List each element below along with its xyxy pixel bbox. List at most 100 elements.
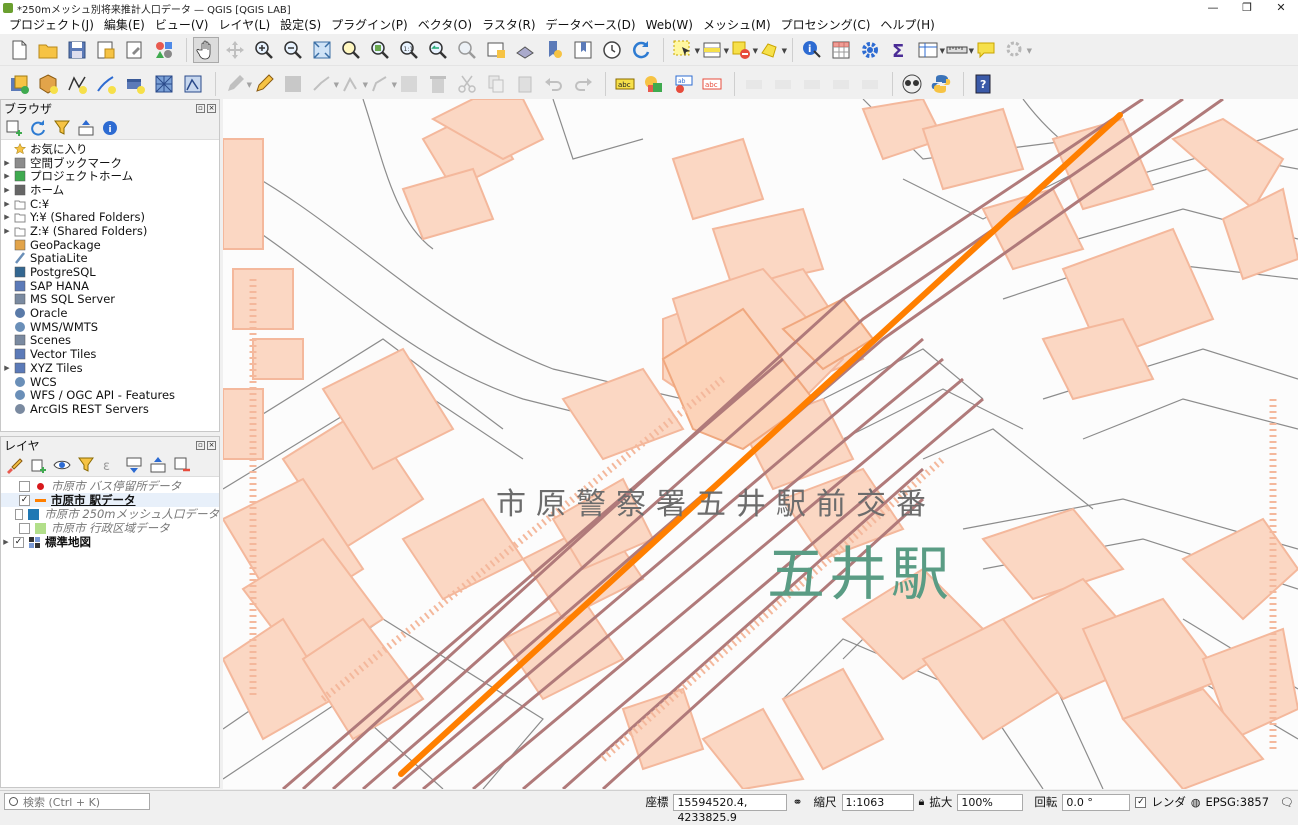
show-bookmarks-button[interactable]	[570, 37, 596, 63]
new-geopackage-layer-button[interactable]	[35, 71, 61, 97]
maximize-button[interactable]: ❐	[1230, 0, 1264, 16]
new-mesh-layer-button[interactable]	[151, 71, 177, 97]
new-3d-view-button[interactable]	[512, 37, 538, 63]
current-edits-button[interactable]: ▼	[222, 71, 252, 97]
new-bookmark-button[interactable]	[541, 37, 567, 63]
float-panel-button[interactable]: ▫	[196, 103, 205, 113]
layer-visibility-checkbox[interactable]: ✓	[19, 494, 30, 506]
expand-arrow-icon[interactable]: ▶	[1, 200, 13, 208]
browser-item[interactable]: ▶ C:¥	[1, 197, 219, 211]
browser-item[interactable]: ▶ Z:¥ (Shared Folders)	[1, 224, 219, 238]
menu-layer[interactable]: レイヤ(L)	[213, 16, 275, 34]
select-features-button[interactable]: ▼	[670, 37, 700, 63]
new-temp-layer-button[interactable]	[93, 71, 119, 97]
expand-arrow-icon[interactable]: ▶	[1, 159, 13, 167]
add-selected-layers-button[interactable]	[5, 119, 23, 137]
crs-button[interactable]: EPSG:3857	[1205, 795, 1269, 809]
expand-arrow-icon[interactable]: ▶	[1, 186, 13, 194]
menu-raster[interactable]: ラスタ(R)	[477, 16, 540, 34]
expand-arrow-icon[interactable]: ▶	[1, 172, 13, 180]
layer-visibility-checkbox[interactable]: ✓	[13, 536, 24, 548]
layer-item[interactable]: ✓ 市原市 駅データ	[1, 493, 219, 507]
layer-diagram-button[interactable]	[641, 71, 667, 97]
menu-vector[interactable]: ベクタ(O)	[413, 16, 477, 34]
zoom-next-button[interactable]	[454, 37, 480, 63]
menu-settings[interactable]: 設定(S)	[275, 16, 326, 34]
layer-styling-button[interactable]	[5, 456, 23, 474]
browser-item[interactable]: WCS	[1, 375, 219, 389]
expand-arrow-icon[interactable]: ▶	[1, 364, 13, 372]
select-by-location-button[interactable]: ▼	[757, 37, 787, 63]
python-console-button[interactable]	[928, 71, 954, 97]
browser-item[interactable]: GeoPackage	[1, 238, 219, 252]
zoom-in-button[interactable]	[251, 37, 277, 63]
undo-button[interactable]	[541, 71, 567, 97]
menu-web[interactable]: Web(W)	[641, 16, 698, 34]
attribute-form-button[interactable]	[396, 71, 422, 97]
new-print-layout-button[interactable]	[93, 37, 119, 63]
browser-item[interactable]: SAP HANA	[1, 279, 219, 293]
menu-processing[interactable]: プロセシング(C)	[776, 16, 876, 34]
magnifier-spinbox[interactable]: 100%	[957, 793, 1024, 811]
browser-item[interactable]: ArcGIS REST Servers	[1, 402, 219, 416]
deselect-features-button[interactable]: ▼	[728, 37, 758, 63]
pan-to-selection-button[interactable]	[222, 37, 248, 63]
browser-item[interactable]: ▶ ホーム	[1, 183, 219, 197]
filter-browser-button[interactable]	[53, 119, 71, 137]
open-field-calculator-button[interactable]: ▼	[915, 37, 945, 63]
open-project-button[interactable]	[35, 37, 61, 63]
new-project-button[interactable]	[6, 37, 32, 63]
browser-item[interactable]: Scenes	[1, 333, 219, 347]
move-label-button[interactable]	[741, 71, 767, 97]
new-map-view-button[interactable]	[483, 37, 509, 63]
layer-labeling-button[interactable]: abc	[612, 71, 638, 97]
scale-combobox[interactable]: 1:1063	[841, 793, 914, 811]
label-property-button[interactable]	[857, 71, 883, 97]
remove-layer-button[interactable]	[173, 456, 191, 474]
collapse-all-button[interactable]	[77, 119, 95, 137]
show-hide-labels-button[interactable]	[828, 71, 854, 97]
browser-item[interactable]: WMS/WMTS	[1, 320, 219, 334]
close-panel-button[interactable]: ×	[207, 440, 216, 450]
zoom-to-selection-button[interactable]	[338, 37, 364, 63]
layout-manager-button[interactable]	[122, 37, 148, 63]
coordinate-toggle-icon[interactable]: ⚭	[792, 795, 802, 809]
browser-item[interactable]: WFS / OGC API - Features	[1, 388, 219, 402]
select-by-attribute-button[interactable]: ▼	[699, 37, 729, 63]
delete-selected-button[interactable]	[425, 71, 451, 97]
zoom-out-button[interactable]	[280, 37, 306, 63]
save-project-button[interactable]	[64, 37, 90, 63]
close-button[interactable]: ✕	[1264, 0, 1298, 16]
browser-item[interactable]: Vector Tiles	[1, 347, 219, 361]
menu-mesh[interactable]: メッシュ(M)	[698, 16, 776, 34]
new-virtual-layer-button[interactable]	[122, 71, 148, 97]
enable-properties-button[interactable]: i	[101, 119, 119, 137]
layer-item[interactable]: 市原市 バス停留所データ	[1, 479, 219, 493]
filter-by-expression-button[interactable]: ε	[101, 456, 119, 474]
add-group-button[interactable]	[29, 456, 47, 474]
close-panel-button[interactable]: ×	[207, 103, 216, 113]
digitize-layer-button[interactable]	[64, 71, 90, 97]
collapse-all-layers-button[interactable]	[149, 456, 167, 474]
processing-toolbox-button[interactable]	[857, 37, 883, 63]
menu-database[interactable]: データベース(D)	[541, 16, 641, 34]
help-contents-button[interactable]: ?	[970, 71, 996, 97]
zoom-last-button[interactable]	[425, 37, 451, 63]
refresh-button[interactable]	[628, 37, 654, 63]
measure-line-button[interactable]: ▼	[944, 37, 974, 63]
layer-item[interactable]: 市原市 行政区域データ	[1, 521, 219, 535]
layer-visibility-checkbox[interactable]	[19, 480, 30, 492]
toggle-editing-button[interactable]	[251, 71, 277, 97]
refresh-browser-button[interactable]	[29, 119, 47, 137]
layer-item[interactable]: 市原市 250mメッシュ人口データ	[1, 507, 219, 521]
expand-all-button[interactable]	[125, 456, 143, 474]
pan-map-button[interactable]	[193, 36, 219, 63]
change-label-button[interactable]	[799, 71, 825, 97]
map-tips-button[interactable]	[973, 37, 999, 63]
save-edits-button[interactable]	[280, 71, 306, 97]
copy-features-button[interactable]	[483, 71, 509, 97]
layer-visibility-checkbox[interactable]	[15, 508, 24, 520]
cut-features-button[interactable]	[454, 71, 480, 97]
map-canvas[interactable]: 市原警察署五井駅前交番 五井駅	[223, 99, 1298, 789]
float-panel-button[interactable]: ▫	[196, 440, 205, 450]
